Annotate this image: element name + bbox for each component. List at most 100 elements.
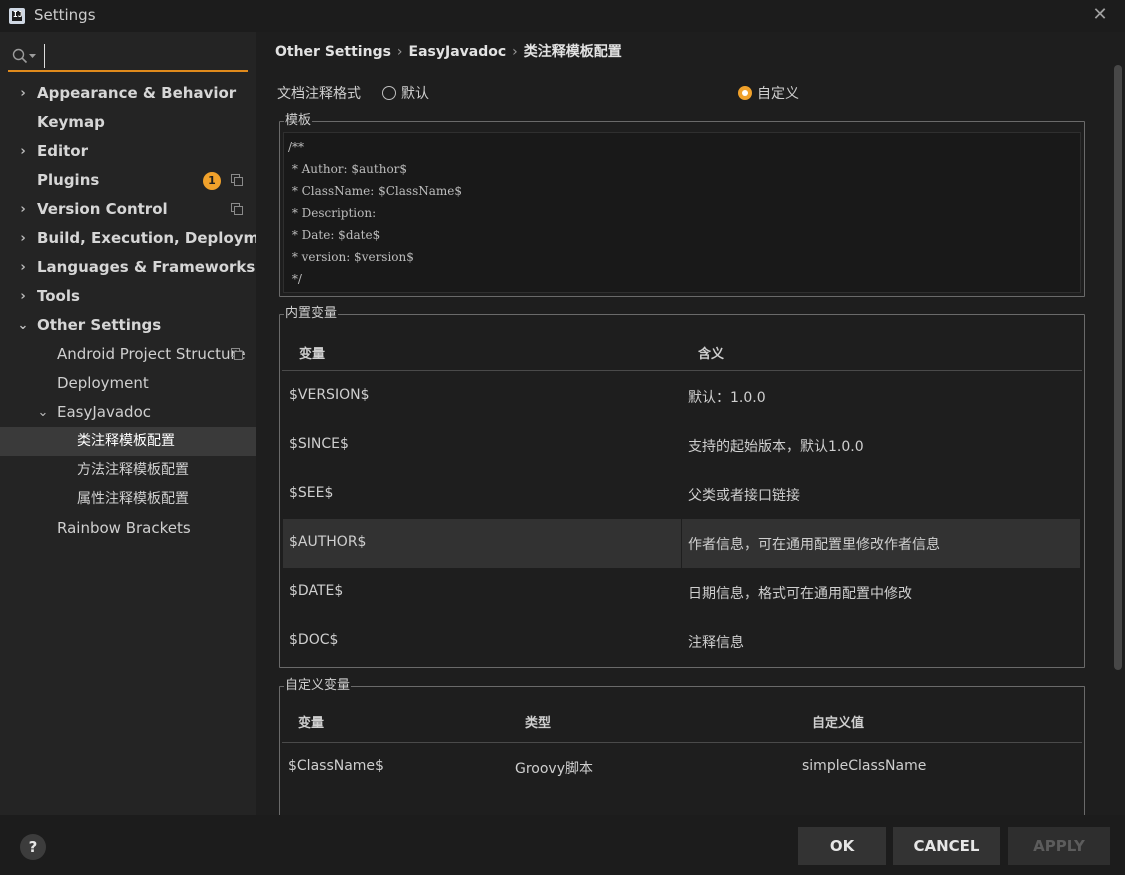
sidebar-item-label: Other Settings <box>37 316 162 334</box>
chevron-right-icon[interactable]: › <box>16 79 30 108</box>
column-header-meaning[interactable]: 含义 <box>698 343 724 362</box>
sidebar-item-easyjavadoc[interactable]: ⌄ EasyJavadoc <box>0 398 256 427</box>
sidebar-item-label: Rainbow Brackets <box>57 519 191 537</box>
format-default-radio[interactable] <box>382 86 396 100</box>
sidebar-item-label: Android Project Structure <box>57 345 246 363</box>
sidebar-item-label: Languages & Frameworks <box>37 258 256 276</box>
meaning-cell: 默认：1.0.0 <box>688 390 766 406</box>
sidebar-item-editor[interactable]: › Editor <box>0 137 256 166</box>
template-group-title: 模板 <box>284 113 313 129</box>
template-line: * Description: <box>288 206 377 220</box>
apply-button[interactable]: APPLY <box>1008 827 1110 865</box>
template-line: * Date: $date$ <box>288 228 381 242</box>
chevron-right-icon[interactable]: › <box>16 253 30 282</box>
table-row[interactable]: $ClassName$ Groovy脚本 simpleClassName <box>283 744 1080 793</box>
sidebar-item-method-comment-template[interactable]: 方法注释模板配置 <box>0 456 256 485</box>
builtin-variables-group: 内置变量 变量 含义 $VERSION$ 默认：1.0.0 $SINCE$ 支持… <box>279 306 1085 668</box>
sidebar-item-other-settings[interactable]: ⌄ Other Settings <box>0 311 256 340</box>
settings-content: Other Settings › EasyJavadoc › 类注释模板配置 文档注释格… <box>256 32 1125 826</box>
search-icon[interactable] <box>12 48 28 64</box>
sidebar-item-tools[interactable]: › Tools <box>0 282 256 311</box>
sidebar-item-label: Build, Execution, Deployment <box>37 229 288 247</box>
breadcrumb-separator: › <box>396 44 403 60</box>
sidebar-item-label: EasyJavadoc <box>57 403 151 421</box>
dialog-footer: ? OK CANCEL APPLY <box>0 815 1125 875</box>
search-box[interactable] <box>8 42 248 72</box>
variable-cell: $SINCE$ <box>289 436 349 452</box>
breadcrumb-item[interactable]: EasyJavadoc <box>409 44 507 60</box>
column-header-type[interactable]: 类型 <box>525 712 551 731</box>
sidebar-item-languages-frameworks[interactable]: › Languages & Frameworks <box>0 253 256 282</box>
column-divider <box>681 519 682 568</box>
table-row[interactable]: $VERSION$ 默认：1.0.0 <box>283 372 1080 421</box>
sidebar-item-label: Deployment <box>57 374 149 392</box>
chevron-down-icon[interactable]: ⌄ <box>36 398 50 427</box>
chevron-down-icon[interactable]: ⌄ <box>16 311 30 340</box>
variable-cell: $AUTHOR$ <box>289 534 367 550</box>
template-line: * ClassName: $ClassName$ <box>288 184 463 198</box>
variable-cell: $ClassName$ <box>288 758 384 774</box>
sidebar-item-plugins[interactable]: Plugins 1 <box>0 166 256 195</box>
custom-variables-header: 变量 类型 自定义值 <box>282 688 1082 743</box>
content-scrollbar[interactable] <box>1114 65 1122 670</box>
chevron-right-icon[interactable]: › <box>16 224 30 253</box>
sidebar-item-label: Keymap <box>37 113 105 131</box>
intellij-app-icon: IJ <box>9 8 25 24</box>
window-title: Settings <box>34 6 96 24</box>
settings-sidebar: › Appearance & Behavior Keymap › Editor … <box>0 32 287 815</box>
chevron-right-icon[interactable]: › <box>16 195 30 224</box>
format-custom-label[interactable]: 自定义 <box>757 83 799 103</box>
format-default-label[interactable]: 默认 <box>401 83 429 103</box>
variable-cell: $DOC$ <box>289 632 339 648</box>
sidebar-item-label: 方法注释模板配置 <box>77 462 189 478</box>
app-icon-text: IJ <box>13 10 23 19</box>
sidebar-item-appearance-behavior[interactable]: › Appearance & Behavior <box>0 79 256 108</box>
search-input[interactable] <box>44 44 244 68</box>
doc-comment-format-row: 文档注释格式 默认 自定义 <box>277 83 1097 103</box>
variable-cell: $SEE$ <box>289 485 334 501</box>
table-row[interactable]: $DATE$ 日期信息，格式可在通用配置中修改 <box>283 568 1080 617</box>
doc-comment-format-label: 文档注释格式 <box>277 86 361 102</box>
sidebar-item-rainbow-brackets[interactable]: Rainbow Brackets <box>0 514 256 543</box>
builtin-variables-header: 变量 含义 <box>282 316 1082 371</box>
chevron-right-icon[interactable]: › <box>16 282 30 311</box>
column-header-variable[interactable]: 变量 <box>298 712 324 731</box>
table-row-highlighted[interactable]: $AUTHOR$ 作者信息，可在通用配置里修改作者信息 <box>283 519 1080 568</box>
sidebar-item-class-comment-template[interactable]: 类注释模板配置 <box>0 427 256 456</box>
type-cell: Groovy脚本 <box>515 761 593 777</box>
help-button[interactable]: ? <box>20 834 46 860</box>
breadcrumb-item[interactable]: Other Settings <box>275 44 391 60</box>
sidebar-item-version-control[interactable]: › Version Control <box>0 195 256 224</box>
variable-cell: $DATE$ <box>289 583 344 599</box>
sidebar-item-field-comment-template[interactable]: 属性注释模板配置 <box>0 485 256 514</box>
sidebar-item-deployment[interactable]: Deployment <box>0 369 256 398</box>
column-header-custom-value[interactable]: 自定义值 <box>812 712 864 731</box>
table-row[interactable]: $SEE$ 父类或者接口链接 <box>283 470 1080 519</box>
cancel-button[interactable]: CANCEL <box>893 827 1000 865</box>
project-level-copy-icon <box>231 203 243 215</box>
sidebar-item-label: 类注释模板配置 <box>77 433 175 449</box>
sidebar-item-label: Version Control <box>37 200 168 218</box>
project-level-copy-icon <box>231 174 243 186</box>
sidebar-item-build-execution-deployment[interactable]: › Build, Execution, Deployment <box>0 224 287 253</box>
template-editor[interactable]: /** * Author: $author$ * ClassName: $Cla… <box>283 132 1081 293</box>
format-custom-radio[interactable] <box>738 86 752 100</box>
breadcrumb-item-current: 类注释模板配置 <box>523 44 622 60</box>
window-close-button[interactable]: ✕ <box>1089 4 1111 26</box>
template-group: 模板 /** * Author: $author$ * ClassName: $… <box>279 113 1085 297</box>
table-row[interactable]: $SINCE$ 支持的起始版本，默认1.0.0 <box>283 421 1080 470</box>
sidebar-item-keymap[interactable]: Keymap <box>0 108 256 137</box>
table-row[interactable]: $DOC$ 注释信息 <box>283 617 1080 666</box>
meaning-cell: 父类或者接口链接 <box>688 488 800 504</box>
chevron-right-icon[interactable]: › <box>16 137 30 166</box>
ok-button[interactable]: OK <box>798 827 886 865</box>
column-header-variable[interactable]: 变量 <box>299 343 325 362</box>
custom-variables-group: 自定义变量 变量 类型 自定义值 $ClassName$ Groovy脚本 si… <box>279 678 1085 826</box>
sidebar-item-label: 属性注释模板配置 <box>77 491 189 507</box>
sidebar-item-android-project-structure[interactable]: Android Project Structure <box>0 340 256 369</box>
template-line: * Author: $author$ <box>288 162 408 176</box>
sidebar-item-label: Appearance & Behavior <box>37 84 237 102</box>
search-options-chevron-icon[interactable] <box>29 54 36 59</box>
sidebar-item-label: Tools <box>37 287 80 305</box>
meaning-cell: 注释信息 <box>688 635 744 651</box>
